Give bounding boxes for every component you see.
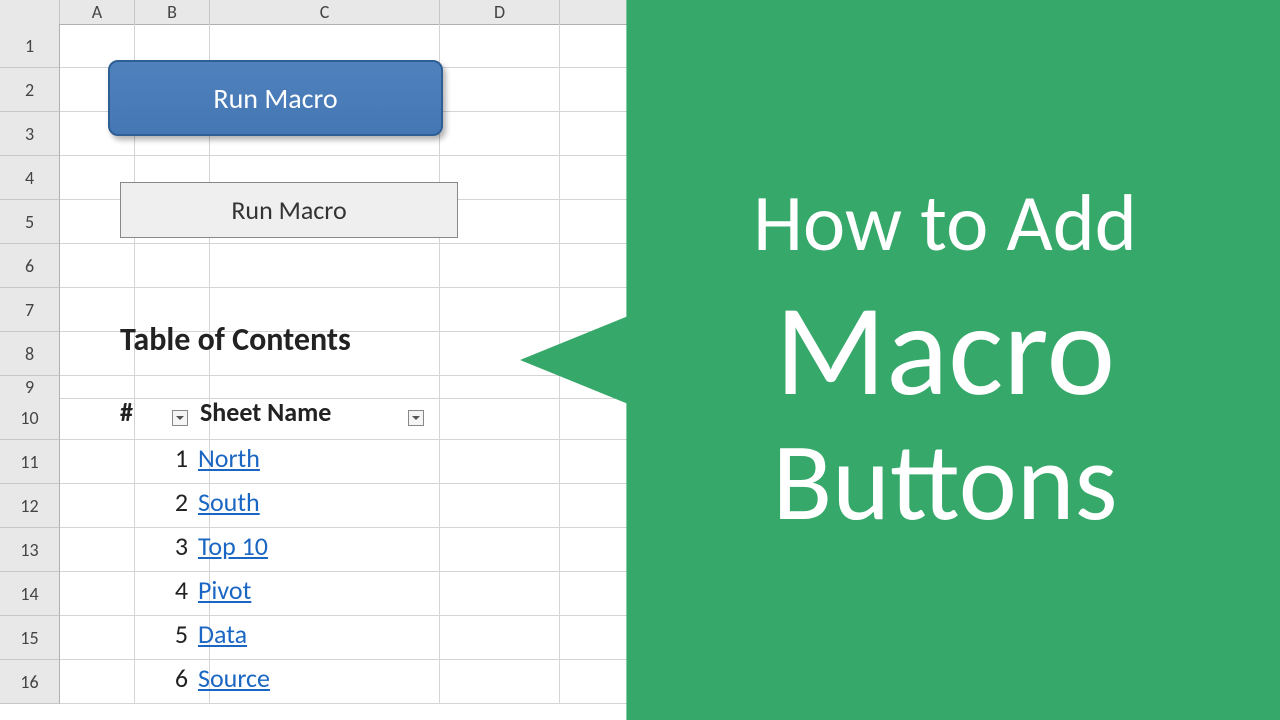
cell[interactable] [60,244,135,288]
col-header[interactable]: B [135,0,210,25]
toc-col-hash: # [120,396,133,428]
sheet-link[interactable]: Pivot [198,574,251,606]
row-header[interactable]: 8 [0,332,60,376]
row-header[interactable]: 13 [0,528,60,572]
row-header[interactable]: 7 [0,288,60,332]
cell[interactable] [440,244,560,288]
select-all-corner[interactable] [0,0,60,25]
cell[interactable] [440,24,560,68]
toc-col-sheetname: Sheet Name [200,396,331,428]
toc-row-number: 6 [120,662,198,694]
row-header[interactable]: 1 [0,24,60,68]
cell[interactable] [440,200,560,244]
row-header[interactable]: 10 [0,396,60,440]
table-row: 1North [120,436,270,480]
cell[interactable] [210,244,440,288]
cell[interactable] [440,528,560,572]
table-row: 6Source [120,656,270,700]
sheet-link[interactable]: South [198,486,260,518]
cell[interactable] [440,484,560,528]
title-banner: How to Add Macro Buttons [520,0,1280,720]
banner-line: Macro [775,282,1115,419]
banner-line: Buttons [772,419,1117,546]
toc-row-number: 5 [120,618,198,650]
cell[interactable] [440,112,560,156]
sheet-link[interactable]: Top 10 [198,530,268,562]
toc-row-number: 1 [120,442,198,474]
cell[interactable] [440,68,560,112]
toc-row-number: 2 [120,486,198,518]
toc-list: 1North2South3Top 104Pivot5Data6Source [120,436,270,700]
row-header[interactable]: 14 [0,572,60,616]
banner-line: How to Add [753,175,1137,272]
row-header[interactable]: 6 [0,244,60,288]
sheet-link[interactable]: North [198,442,260,474]
row-header[interactable]: 15 [0,616,60,660]
cell[interactable] [440,572,560,616]
table-row: 5Data [120,612,270,656]
sheet-link[interactable]: Data [198,618,247,650]
filter-dropdown-icon[interactable] [172,410,188,426]
toc-row-number: 4 [120,574,198,606]
row-header[interactable]: 2 [0,68,60,112]
row-header[interactable]: 4 [0,156,60,200]
cell[interactable] [440,156,560,200]
row-header[interactable]: 12 [0,484,60,528]
table-row: 2South [120,480,270,524]
toc-heading: Table of Contents [120,320,351,359]
col-header[interactable]: D [440,0,560,25]
col-header[interactable]: C [210,0,440,25]
cell[interactable] [135,244,210,288]
button-label: Run Macro [231,194,346,226]
row-header[interactable]: 3 [0,112,60,156]
cell[interactable] [440,396,560,440]
table-row: 4Pivot [120,568,270,612]
cell[interactable] [440,660,560,704]
toc-row-number: 3 [120,530,198,562]
row-header[interactable]: 16 [0,660,60,704]
filter-dropdown-icon[interactable] [408,410,424,426]
run-macro-shape-button[interactable]: Run Macro [108,60,443,136]
table-row: 3Top 10 [120,524,270,568]
sheet-link[interactable]: Source [198,662,270,694]
cell[interactable] [440,288,560,332]
button-label: Run Macro [213,81,337,116]
row-header[interactable]: 5 [0,200,60,244]
col-header[interactable]: A [60,0,135,25]
run-macro-form-button[interactable]: Run Macro [120,182,458,238]
cell[interactable] [440,616,560,660]
row-header[interactable]: 11 [0,440,60,484]
cell[interactable] [440,440,560,484]
